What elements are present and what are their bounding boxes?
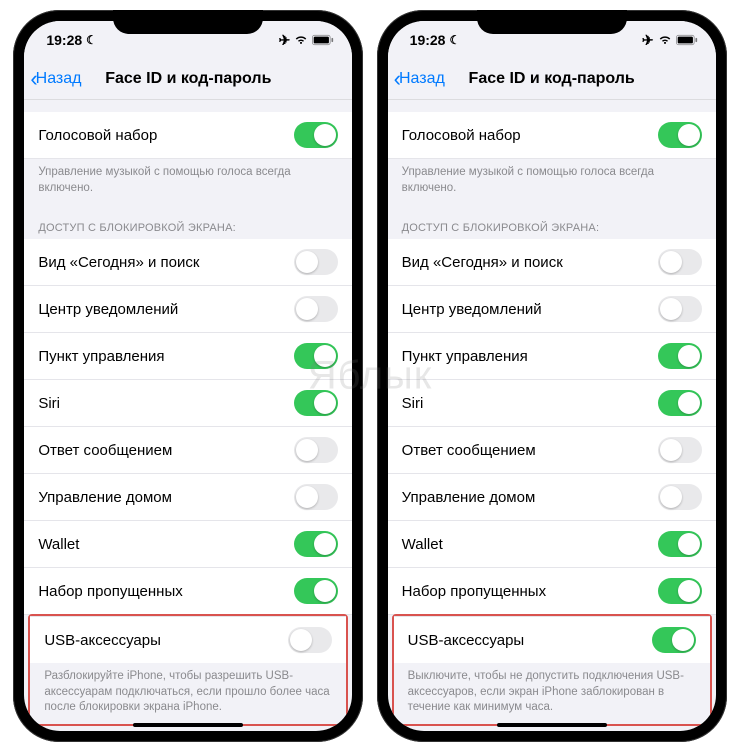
lock-header: ДОСТУП С БЛОКИРОВКОЙ ЭКРАНА: bbox=[24, 208, 352, 239]
wifi-icon bbox=[294, 34, 308, 46]
content[interactable]: Голосовой набор Управление музыкой с пом… bbox=[388, 100, 716, 731]
battery-icon bbox=[676, 34, 698, 46]
lock-row: Siri bbox=[388, 380, 716, 427]
lock-row: Ответ сообщением bbox=[24, 427, 352, 474]
lock-row-toggle[interactable] bbox=[658, 578, 702, 604]
wifi-icon bbox=[658, 34, 672, 46]
usb-label: USB-аксессуары bbox=[408, 632, 525, 649]
dnd-icon: ☾ bbox=[86, 33, 97, 47]
lock-row-label: Вид «Сегодня» и поиск bbox=[38, 254, 199, 271]
lock-row-label: Центр уведомлений bbox=[38, 301, 178, 318]
lock-row-toggle[interactable] bbox=[658, 343, 702, 369]
notch bbox=[113, 10, 263, 34]
lock-row-toggle[interactable] bbox=[294, 296, 338, 322]
lock-row-toggle[interactable] bbox=[294, 390, 338, 416]
lock-row-toggle[interactable] bbox=[294, 437, 338, 463]
voice-dial-row: Голосовой набор bbox=[24, 112, 352, 159]
highlight-box: USB-аксессуары Выключите, чтобы не допус… bbox=[392, 614, 712, 726]
lock-row-label: Siri bbox=[38, 395, 60, 412]
lock-row-toggle[interactable] bbox=[658, 249, 702, 275]
lock-row-label: Управление домом bbox=[38, 489, 172, 506]
lock-row-label: Wallet bbox=[38, 536, 79, 553]
lock-row-label: Siri bbox=[402, 395, 424, 412]
lock-row-label: Управление домом bbox=[402, 489, 536, 506]
lock-row-label: Вид «Сегодня» и поиск bbox=[402, 254, 563, 271]
lock-row-toggle[interactable] bbox=[294, 484, 338, 510]
lock-row: Пункт управления bbox=[24, 333, 352, 380]
voice-dial-row: Голосовой набор bbox=[388, 112, 716, 159]
lock-row: Вид «Сегодня» и поиск bbox=[388, 239, 716, 286]
lock-row-toggle[interactable] bbox=[294, 249, 338, 275]
usb-label: USB-аксессуары bbox=[44, 632, 161, 649]
dnd-icon: ☾ bbox=[449, 33, 460, 47]
lock-row: Центр уведомлений bbox=[24, 286, 352, 333]
lock-row: Набор пропущенных bbox=[388, 568, 716, 615]
lock-row-label: Центр уведомлений bbox=[402, 301, 542, 318]
lock-row-toggle[interactable] bbox=[658, 531, 702, 557]
nav-bar: ‹ Назад Face ID и код-пароль bbox=[24, 59, 352, 100]
home-indicator[interactable] bbox=[133, 723, 243, 727]
lock-row-toggle[interactable] bbox=[658, 390, 702, 416]
lock-row-label: Wallet bbox=[402, 536, 443, 553]
battery-icon bbox=[312, 34, 334, 46]
phone-frame: 19:28 ☾ ✈︎ ‹ Назад Face ID и код-пароль … bbox=[377, 10, 727, 742]
usb-toggle[interactable] bbox=[288, 627, 332, 653]
lock-row: Пункт управления bbox=[388, 333, 716, 380]
airplane-icon: ✈︎ bbox=[642, 32, 654, 49]
lock-row: Wallet bbox=[388, 521, 716, 568]
lock-row-label: Ответ сообщением bbox=[38, 442, 172, 459]
nav-bar: ‹ Назад Face ID и код-пароль bbox=[388, 59, 716, 100]
lock-row: Вид «Сегодня» и поиск bbox=[24, 239, 352, 286]
lock-row: Wallet bbox=[24, 521, 352, 568]
lock-row-toggle[interactable] bbox=[658, 484, 702, 510]
lock-row-toggle[interactable] bbox=[658, 296, 702, 322]
screen: 19:28 ☾ ✈︎ ‹ Назад Face ID и код-пароль … bbox=[388, 21, 716, 731]
usb-row: USB-аксессуары bbox=[30, 616, 346, 663]
back-button[interactable]: ‹ Назад bbox=[388, 66, 445, 92]
back-button[interactable]: ‹ Назад bbox=[24, 66, 81, 92]
usb-row: USB-аксессуары bbox=[394, 616, 710, 663]
voice-dial-footer: Управление музыкой с помощью голоса всег… bbox=[24, 159, 352, 208]
airplane-icon: ✈︎ bbox=[279, 32, 291, 49]
lock-row: Центр уведомлений bbox=[388, 286, 716, 333]
lock-row: Управление домом bbox=[24, 474, 352, 521]
back-label: Назад bbox=[36, 70, 82, 88]
voice-dial-label: Голосовой набор bbox=[402, 127, 521, 144]
usb-footer: Разблокируйте iPhone, чтобы разрешить US… bbox=[30, 663, 346, 724]
phone-frame: 19:28 ☾ ✈︎ ‹ Назад Face ID и код-пароль … bbox=[13, 10, 363, 742]
lock-header: ДОСТУП С БЛОКИРОВКОЙ ЭКРАНА: bbox=[388, 208, 716, 239]
lock-row-label: Пункт управления bbox=[402, 348, 528, 365]
lock-row-label: Набор пропущенных bbox=[38, 583, 182, 600]
notch bbox=[477, 10, 627, 34]
lock-row-label: Набор пропущенных bbox=[402, 583, 546, 600]
lock-row: Ответ сообщением bbox=[388, 427, 716, 474]
status-time: 19:28 bbox=[410, 32, 446, 48]
lock-row-label: Пункт управления bbox=[38, 348, 164, 365]
voice-dial-footer: Управление музыкой с помощью голоса всег… bbox=[388, 159, 716, 208]
highlight-box: USB-аксессуары Разблокируйте iPhone, что… bbox=[28, 614, 348, 726]
voice-dial-toggle[interactable] bbox=[658, 122, 702, 148]
lock-row-toggle[interactable] bbox=[658, 437, 702, 463]
status-time: 19:28 bbox=[46, 32, 82, 48]
lock-row: Siri bbox=[24, 380, 352, 427]
lock-row-toggle[interactable] bbox=[294, 343, 338, 369]
home-indicator[interactable] bbox=[497, 723, 607, 727]
lock-row: Набор пропущенных bbox=[24, 568, 352, 615]
usb-footer: Выключите, чтобы не допустить подключени… bbox=[394, 663, 710, 724]
lock-row-toggle[interactable] bbox=[294, 531, 338, 557]
content[interactable]: Голосовой набор Управление музыкой с пом… bbox=[24, 100, 352, 731]
lock-row: Управление домом bbox=[388, 474, 716, 521]
back-label: Назад bbox=[399, 70, 445, 88]
lock-row-label: Ответ сообщением bbox=[402, 442, 536, 459]
voice-dial-label: Голосовой набор bbox=[38, 127, 157, 144]
lock-row-toggle[interactable] bbox=[294, 578, 338, 604]
usb-toggle[interactable] bbox=[652, 627, 696, 653]
screen: 19:28 ☾ ✈︎ ‹ Назад Face ID и код-пароль … bbox=[24, 21, 352, 731]
voice-dial-toggle[interactable] bbox=[294, 122, 338, 148]
